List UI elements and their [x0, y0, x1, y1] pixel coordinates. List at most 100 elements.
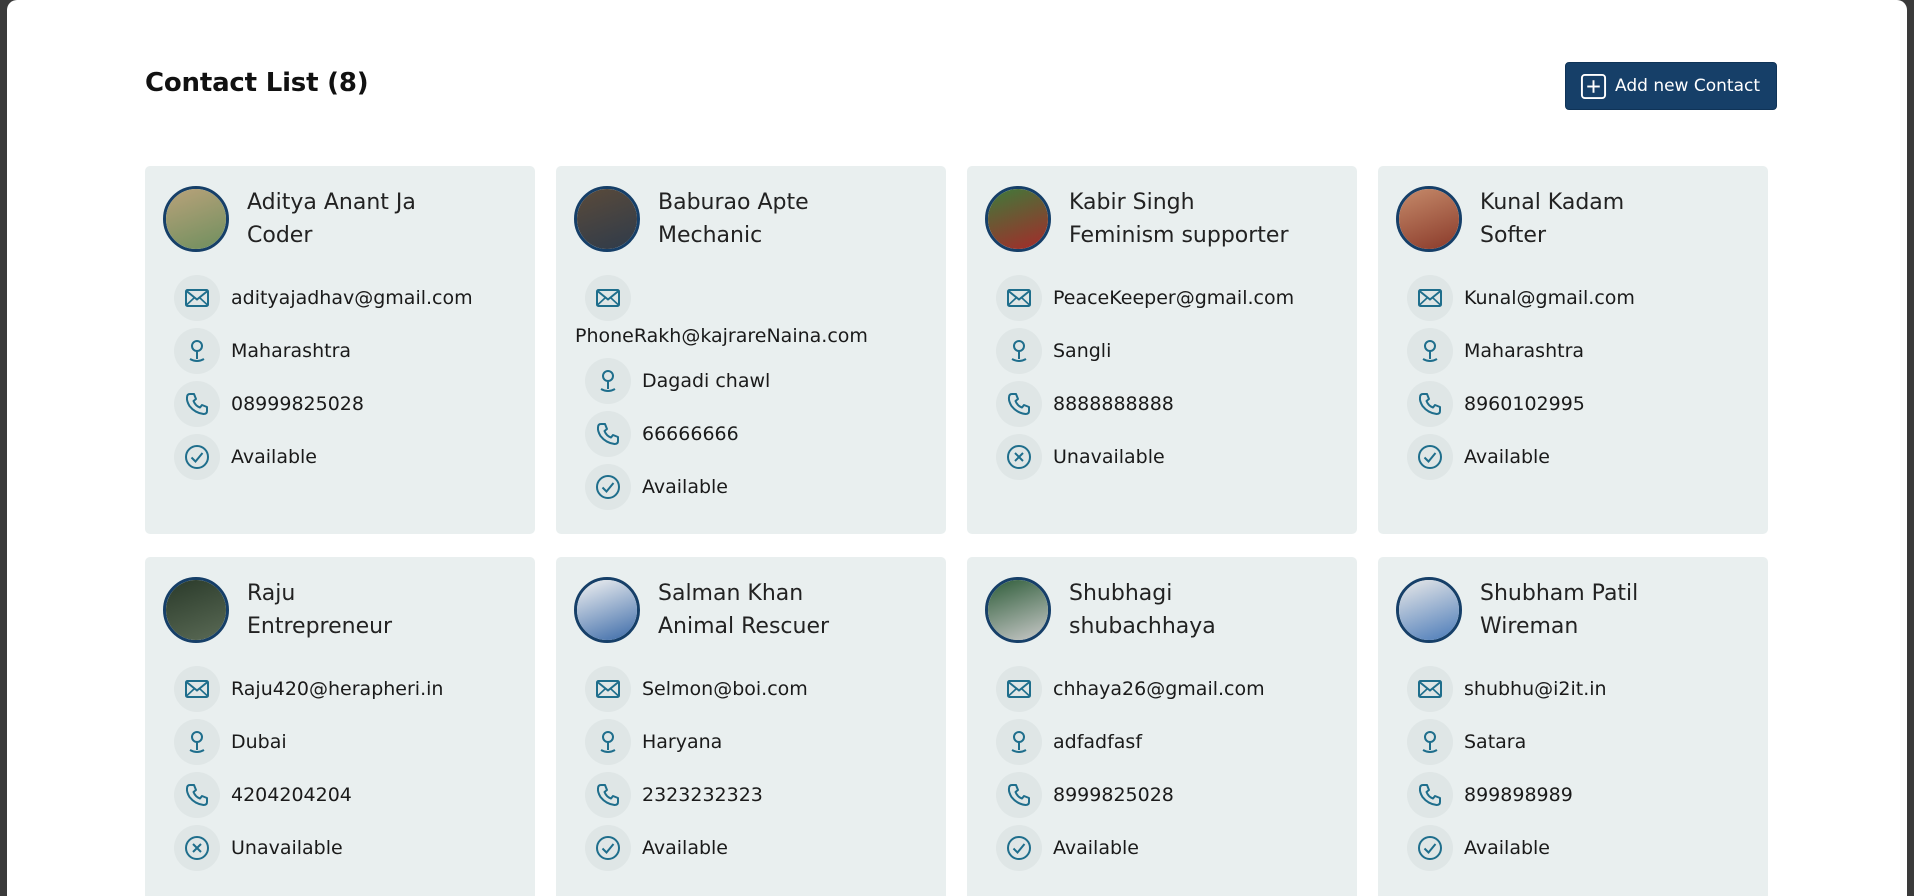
- check-circle-icon: [996, 825, 1042, 871]
- contact-location: Maharashtra: [1464, 340, 1585, 362]
- email-row: Kunal@gmail.com: [1407, 275, 1635, 321]
- contact-role: shubachhaya: [1069, 614, 1216, 639]
- contact-location: Dubai: [231, 731, 287, 753]
- check-circle-icon: [174, 434, 220, 480]
- status-row: Available: [996, 825, 1265, 871]
- mail-icon: [996, 666, 1042, 712]
- contact-role: Feminism supporter: [1069, 223, 1289, 248]
- location-row: Haryana: [585, 719, 808, 765]
- contact-card[interactable]: Shubham Patil Wireman shubhu@i2it.in Satara…: [1378, 557, 1768, 896]
- phone-icon: [174, 381, 220, 427]
- mail-icon: [174, 666, 220, 712]
- mail-icon: [1407, 666, 1453, 712]
- contact-name: Shubham Patil: [1480, 581, 1639, 606]
- contact-card[interactable]: Raju Entrepreneur Raju420@herapheri.in Duba…: [145, 557, 535, 896]
- contact-email[interactable]: Raju420@herapheri.in: [231, 678, 443, 700]
- contact-email[interactable]: adityajadhav@gmail.com: [231, 287, 473, 309]
- contact-email[interactable]: Kunal@gmail.com: [1464, 287, 1635, 309]
- contact-email[interactable]: chhaya26@gmail.com: [1053, 678, 1265, 700]
- email-row: PhoneRakh@kajrareNaina.com: [575, 275, 868, 351]
- contact-status: Available: [231, 446, 318, 468]
- mail-icon: [996, 275, 1042, 321]
- location-row: Maharashtra: [174, 328, 473, 374]
- phone-icon: [174, 772, 220, 818]
- contact-email[interactable]: Selmon@boi.com: [642, 678, 808, 700]
- phone-row: 66666666: [585, 411, 868, 457]
- avatar: [985, 186, 1051, 252]
- contact-phone[interactable]: 8888888888: [1053, 393, 1174, 415]
- contact-role: Softer: [1480, 223, 1546, 248]
- contact-status: Available: [1464, 446, 1551, 468]
- contact-email[interactable]: PeaceKeeper@gmail.com: [1053, 287, 1294, 309]
- contact-card[interactable]: Salman Khan Animal Rescuer Selmon@boi.com H…: [556, 557, 946, 896]
- phone-icon: [1407, 772, 1453, 818]
- avatar: [163, 186, 229, 252]
- contact-details: adityajadhav@gmail.com Maharashtra 0899982…: [174, 275, 473, 487]
- contact-phone[interactable]: 4204204204: [231, 784, 352, 806]
- phone-icon: [996, 381, 1042, 427]
- contact-status: Available: [1464, 837, 1551, 859]
- avatar: [1396, 186, 1462, 252]
- add-contact-button[interactable]: Add new Contact: [1565, 62, 1777, 110]
- contact-location: Satara: [1464, 731, 1527, 753]
- location-pin-icon: [1407, 719, 1453, 765]
- contact-email[interactable]: PhoneRakh@kajrareNaina.com: [575, 325, 868, 347]
- contact-details: shubhu@i2it.in Satara 899898989 Available: [1407, 666, 1607, 878]
- location-pin-icon: [996, 328, 1042, 374]
- contact-phone[interactable]: 8960102995: [1464, 393, 1585, 415]
- email-row: chhaya26@gmail.com: [996, 666, 1265, 712]
- contact-card[interactable]: Kunal Kadam Softer Kunal@gmail.com Maharash…: [1378, 166, 1768, 534]
- location-row: Dagadi chawl: [585, 358, 868, 404]
- phone-row: 8960102995: [1407, 381, 1635, 427]
- contact-location: Dagadi chawl: [642, 370, 771, 392]
- avatar: [1396, 577, 1462, 643]
- contact-status: Available: [642, 476, 729, 498]
- phone-row: 899898989: [1407, 772, 1607, 818]
- phone-row: 8888888888: [996, 381, 1294, 427]
- contact-phone[interactable]: 8999825028: [1053, 784, 1174, 806]
- mail-icon: [585, 666, 631, 712]
- email-row: adityajadhav@gmail.com: [174, 275, 473, 321]
- contact-details: Kunal@gmail.com Maharashtra 8960102995 Avai…: [1407, 275, 1635, 487]
- phone-row: 4204204204: [174, 772, 443, 818]
- status-row: Available: [1407, 434, 1635, 480]
- contact-status: Available: [642, 837, 729, 859]
- contact-name: Kunal Kadam: [1480, 190, 1625, 215]
- location-row: Dubai: [174, 719, 443, 765]
- contact-phone[interactable]: 08999825028: [231, 393, 364, 415]
- contact-card[interactable]: Shubhagi shubachhaya chhaya26@gmail.com adf…: [967, 557, 1357, 896]
- contact-phone[interactable]: 66666666: [642, 423, 739, 445]
- location-pin-icon: [585, 719, 631, 765]
- email-row: shubhu@i2it.in: [1407, 666, 1607, 712]
- status-row: Unavailable: [174, 825, 443, 871]
- contact-phone[interactable]: 899898989: [1464, 784, 1573, 806]
- contact-details: chhaya26@gmail.com adfadfasf 8999825028 Ava…: [996, 666, 1265, 878]
- mail-icon: [174, 275, 220, 321]
- email-row: Raju420@herapheri.in: [174, 666, 443, 712]
- avatar: [574, 186, 640, 252]
- location-row: Maharashtra: [1407, 328, 1635, 374]
- contact-phone[interactable]: 2323232323: [642, 784, 763, 806]
- add-contact-label: Add new Contact: [1615, 76, 1760, 96]
- contact-email[interactable]: shubhu@i2it.in: [1464, 678, 1607, 700]
- contact-role: Coder: [247, 223, 313, 248]
- contact-role: Entrepreneur: [247, 614, 393, 639]
- contact-name: Kabir Singh: [1069, 190, 1195, 215]
- location-pin-icon: [174, 328, 220, 374]
- x-circle-icon: [996, 434, 1042, 480]
- contact-location: Maharashtra: [231, 340, 352, 362]
- status-row: Available: [585, 464, 868, 510]
- phone-icon: [585, 772, 631, 818]
- contact-card[interactable]: Aditya Anant Ja Coder adityajadhav@gmail.c…: [145, 166, 535, 534]
- check-circle-icon: [585, 825, 631, 871]
- contact-card[interactable]: Baburao Apte Mechanic PhoneRakh@kajrareNai…: [556, 166, 946, 534]
- contact-location: Sangli: [1053, 340, 1112, 362]
- contact-role: Wireman: [1480, 614, 1579, 639]
- contact-status: Unavailable: [1053, 446, 1165, 468]
- contact-details: PhoneRakh@kajrareNaina.com Dagadi chawl 66…: [575, 275, 868, 517]
- contact-card[interactable]: Kabir Singh Feminism supporter PeaceKeeper…: [967, 166, 1357, 534]
- check-circle-icon: [585, 464, 631, 510]
- avatar: [163, 577, 229, 643]
- location-pin-icon: [174, 719, 220, 765]
- contact-details: Selmon@boi.com Haryana 2323232323 Available: [585, 666, 808, 878]
